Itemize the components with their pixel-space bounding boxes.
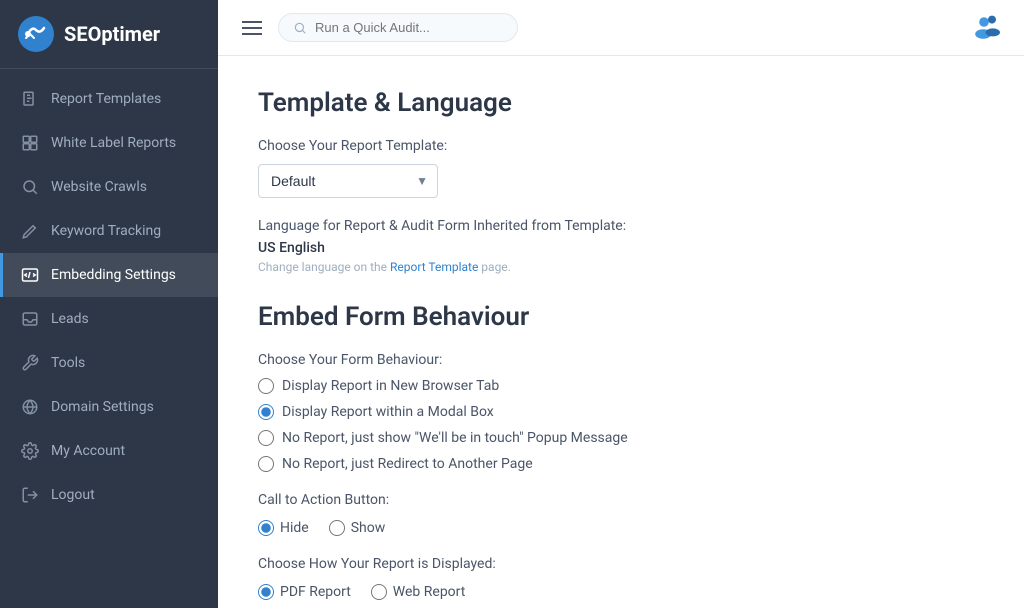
behaviour-radio-no-report-popup[interactable] xyxy=(258,430,274,446)
behaviour-label-modal: Display Report within a Modal Box xyxy=(282,404,494,420)
sidebar-item-white-label-reports[interactable]: White Label Reports xyxy=(0,121,218,165)
sidebar-item-report-templates[interactable]: Report Templates xyxy=(0,77,218,121)
logo-text: SEOptimer xyxy=(64,22,160,46)
behaviour-label-new-tab: Display Report in New Browser Tab xyxy=(282,378,499,394)
behaviour-radio-new-tab[interactable] xyxy=(258,378,274,394)
lang-hint-prefix: Change language on the xyxy=(258,260,390,274)
display-label-web: Web Report xyxy=(393,584,466,600)
display-option-web[interactable]: Web Report xyxy=(371,584,466,600)
inbox-icon xyxy=(21,310,39,328)
behaviour-option-no-report-redirect[interactable]: No Report, just Redirect to Another Page xyxy=(258,456,984,472)
seoptimer-logo-icon xyxy=(18,16,54,52)
nav-label-embedding-settings: Embedding Settings xyxy=(51,267,176,283)
logout-icon xyxy=(21,486,39,504)
nav-label-my-account: My Account xyxy=(51,443,125,459)
sidebar-logo: SEOptimer xyxy=(0,0,218,69)
search-bar xyxy=(278,13,518,42)
sidebar-nav: Report Templates White Label Reports Web… xyxy=(0,69,218,525)
hamburger-line-1 xyxy=(242,21,262,23)
display-radio-pdf[interactable] xyxy=(258,584,274,600)
cta-label-show: Show xyxy=(351,520,386,536)
search-circle-icon xyxy=(21,178,39,196)
nav-label-logout: Logout xyxy=(51,487,95,503)
display-options-row: PDF Report Web Report xyxy=(258,584,984,600)
choose-behaviour-label: Choose Your Form Behaviour: xyxy=(258,352,984,368)
nav-label-domain-settings: Domain Settings xyxy=(51,399,154,415)
sidebar-item-website-crawls[interactable]: Website Crawls xyxy=(0,165,218,209)
user-icon[interactable] xyxy=(972,10,1004,42)
topbar-right xyxy=(972,10,1004,46)
nav-label-white-label-reports: White Label Reports xyxy=(51,135,176,151)
behaviour-option-modal[interactable]: Display Report within a Modal Box xyxy=(258,404,984,420)
template-language-title: Template & Language xyxy=(258,88,984,118)
globe-icon xyxy=(21,398,39,416)
template-select[interactable]: Default Template 1 Template 2 xyxy=(258,164,438,198)
sidebar-item-tools[interactable]: Tools xyxy=(0,341,218,385)
embed-icon xyxy=(21,266,39,284)
behaviour-radio-no-report-redirect[interactable] xyxy=(258,456,274,472)
lang-hint: Change language on the Report Template p… xyxy=(258,260,984,274)
nav-label-tools: Tools xyxy=(51,355,85,371)
lang-hint-suffix: page. xyxy=(478,260,511,274)
display-radio-web[interactable] xyxy=(371,584,387,600)
embed-form-title: Embed Form Behaviour xyxy=(258,302,984,332)
sidebar-item-leads[interactable]: Leads xyxy=(0,297,218,341)
file-icon xyxy=(21,90,39,108)
sidebar-item-logout[interactable]: Logout xyxy=(0,473,218,517)
nav-label-website-crawls: Website Crawls xyxy=(51,179,147,195)
cta-option-show[interactable]: Show xyxy=(329,520,386,536)
sidebar-item-domain-settings[interactable]: Domain Settings xyxy=(0,385,218,429)
hamburger-line-3 xyxy=(242,33,262,35)
sidebar-item-embedding-settings[interactable]: Embedding Settings xyxy=(0,253,218,297)
tag-icon xyxy=(21,134,39,152)
behaviour-option-no-report-popup[interactable]: No Report, just show "We'll be in touch"… xyxy=(258,430,984,446)
nav-label-report-templates: Report Templates xyxy=(51,91,161,107)
cta-label: Call to Action Button: xyxy=(258,492,984,508)
hamburger-button[interactable] xyxy=(238,17,266,39)
cta-options-row: Hide Show xyxy=(258,520,984,536)
behaviour-option-new-tab[interactable]: Display Report in New Browser Tab xyxy=(258,378,984,394)
gear-icon xyxy=(21,442,39,460)
content-area: Template & Language Choose Your Report T… xyxy=(218,56,1024,608)
display-label: Choose How Your Report is Displayed: xyxy=(258,556,984,572)
sidebar-item-my-account[interactable]: My Account xyxy=(0,429,218,473)
topbar xyxy=(218,0,1024,56)
display-option-pdf[interactable]: PDF Report xyxy=(258,584,351,600)
choose-template-label: Choose Your Report Template: xyxy=(258,138,984,154)
cta-label-hide: Hide xyxy=(280,520,309,536)
lang-inherited-label: Language for Report & Audit Form Inherit… xyxy=(258,218,984,234)
hamburger-line-2 xyxy=(242,27,262,29)
nav-label-leads: Leads xyxy=(51,311,89,327)
lang-value: US English xyxy=(258,240,984,256)
cta-option-hide[interactable]: Hide xyxy=(258,520,309,536)
language-section: Language for Report & Audit Form Inherit… xyxy=(258,218,984,274)
report-template-link[interactable]: Report Template xyxy=(390,260,478,274)
pen-icon xyxy=(21,222,39,240)
main-area: Template & Language Choose Your Report T… xyxy=(218,0,1024,608)
sidebar-item-keyword-tracking[interactable]: Keyword Tracking xyxy=(0,209,218,253)
tools-icon xyxy=(21,354,39,372)
behaviour-label-no-report-redirect: No Report, just Redirect to Another Page xyxy=(282,456,533,472)
sidebar: SEOptimer Report Templates White Label R… xyxy=(0,0,218,608)
nav-label-keyword-tracking: Keyword Tracking xyxy=(51,223,161,239)
behaviour-radio-modal[interactable] xyxy=(258,404,274,420)
cta-radio-hide[interactable] xyxy=(258,520,274,536)
search-icon xyxy=(293,21,307,35)
template-select-wrapper: Default Template 1 Template 2 ▼ xyxy=(258,164,438,198)
behaviour-label-no-report-popup: No Report, just show "We'll be in touch"… xyxy=(282,430,628,446)
search-input[interactable] xyxy=(315,20,475,35)
cta-radio-show[interactable] xyxy=(329,520,345,536)
display-label-pdf: PDF Report xyxy=(280,584,351,600)
